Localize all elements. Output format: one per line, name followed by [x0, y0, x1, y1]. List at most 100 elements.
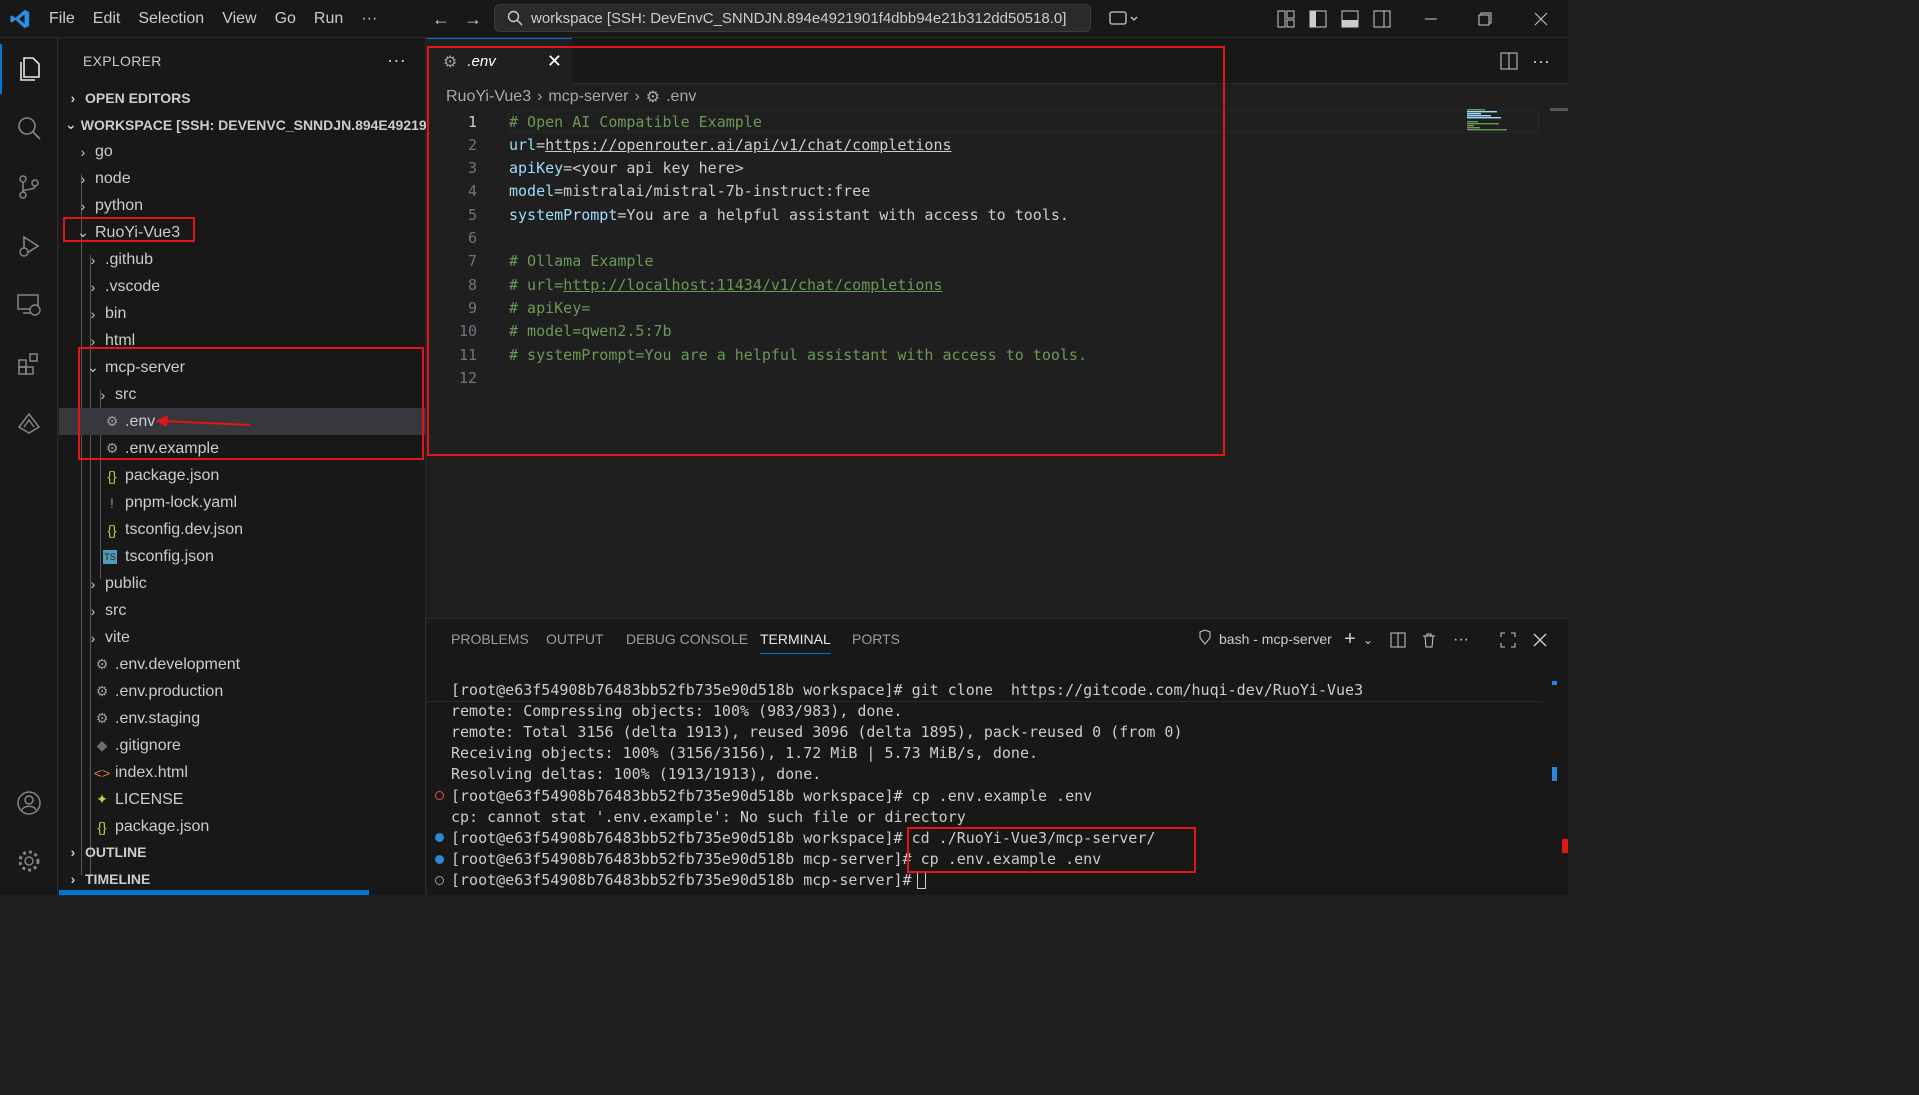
section-header[interactable]: › TIMELINE: [59, 865, 426, 892]
menu-item[interactable]: Selection: [129, 0, 213, 38]
command-error-icon[interactable]: [435, 791, 444, 800]
vscode-logo-icon: [0, 0, 40, 38]
tree-folder[interactable]: › node: [59, 165, 426, 192]
restore-window-icon[interactable]: [1474, 8, 1496, 30]
menu-item[interactable]: File: [40, 0, 84, 38]
kill-terminal-trash-icon[interactable]: [1418, 629, 1440, 651]
tree-file[interactable]: <> index.html: [59, 759, 426, 786]
manage-gear-icon[interactable]: [0, 836, 58, 886]
menu-item[interactable]: View: [213, 0, 265, 38]
menu-item[interactable]: Run: [305, 0, 352, 38]
tree-label: OUTLINE: [85, 843, 147, 860]
chevron-right-icon: ›: [70, 843, 76, 860]
gear-icon: ⚙: [95, 683, 109, 699]
copilot-chat-icon[interactable]: [1106, 8, 1142, 30]
chevron-right-icon: ›: [90, 278, 96, 295]
forward-arrow-icon[interactable]: →: [457, 9, 489, 30]
more-actions-icon[interactable]: ···: [1530, 50, 1552, 72]
customize-layout-icon[interactable]: [1275, 8, 1297, 30]
command-success-icon[interactable]: [435, 854, 444, 864]
command-center-search[interactable]: workspace [SSH: DevEnvC_SNNDJN.894e49219…: [494, 4, 1091, 32]
terminal-line: remote: Total 3156 (delta 1913), reused …: [451, 722, 1183, 741]
tree-label: .env.development: [115, 655, 241, 673]
tree-file[interactable]: ⚙ .env.development: [59, 651, 426, 678]
toggle-secondary-sidebar-icon[interactable]: [1371, 8, 1393, 30]
split-terminal-icon[interactable]: [1387, 629, 1409, 651]
tree-folder[interactable]: › src: [59, 597, 426, 624]
terminal-dropdown-chevron-icon[interactable]: ⌄: [1357, 629, 1379, 651]
tree-folder[interactable]: › bin: [59, 300, 426, 327]
chevron-right-icon: ›: [90, 251, 96, 268]
tree-label: public: [105, 574, 147, 592]
back-arrow-icon[interactable]: ←: [425, 9, 457, 30]
minimap[interactable]: [1465, 108, 1525, 138]
minimize-window-icon[interactable]: [1420, 8, 1442, 30]
gear-icon: ⚙: [95, 710, 109, 726]
tree-label: TIMELINE: [85, 870, 151, 887]
license-icon: ✦: [96, 791, 108, 807]
title-bar: File Edit Selection View Go Run ··· ← → worksp…: [0, 0, 1568, 38]
terminal-selector[interactable]: bash - mcp-server: [1197, 629, 1332, 648]
accounts-icon[interactable]: [0, 778, 58, 828]
search-icon[interactable]: [0, 103, 58, 153]
tree-file[interactable]: ⚙ .env.production: [59, 678, 426, 705]
section-header[interactable]: ⌄ WORKSPACE [SSH: DEVENVC_SNNDJN.894E4921…: [59, 111, 446, 138]
tree-folder[interactable]: › python: [59, 192, 426, 219]
split-editor-icon[interactable]: [1498, 50, 1520, 72]
editor-scrollbar[interactable]: [1550, 108, 1568, 111]
activity-bar: [0, 38, 58, 895]
close-panel-icon[interactable]: [1529, 629, 1551, 651]
close-window-icon[interactable]: [1530, 8, 1552, 30]
annotation-box-terminal-commands: [907, 827, 1196, 873]
tree-label: .env.production: [115, 682, 224, 700]
tree-label: .gitignore: [115, 736, 181, 754]
status-progress-strip: [59, 890, 369, 895]
tree-folder[interactable]: › public: [59, 570, 426, 597]
tree-file[interactable]: TS tsconfig.json: [59, 543, 426, 570]
chevron-down-icon: ⌄: [65, 116, 77, 132]
tree-file[interactable]: ✦ LICENSE: [59, 786, 426, 813]
menu-item[interactable]: Edit: [84, 0, 130, 38]
tree-label: node: [95, 169, 131, 187]
tree-file[interactable]: ◆ .gitignore: [59, 732, 426, 759]
section-header[interactable]: › OPEN EDITORS: [59, 84, 426, 111]
command-center-text: workspace [SSH: DevEnvC_SNNDJN.894e49219…: [531, 9, 1067, 27]
command-success-icon[interactable]: [435, 833, 444, 843]
gear-icon: ⚙: [95, 656, 109, 672]
toggle-panel-icon[interactable]: [1339, 8, 1361, 30]
panel-tab[interactable]: TERMINAL: [760, 631, 831, 654]
more-actions-icon[interactable]: ···: [1450, 629, 1472, 651]
toggle-primary-sidebar-icon[interactable]: [1307, 8, 1329, 30]
cloud-assistant-icon[interactable]: [0, 398, 58, 448]
terminal-scrollbar-marker: [1552, 681, 1557, 685]
tree-label: src: [105, 601, 127, 619]
panel-tab[interactable]: DEBUG CONSOLE: [626, 631, 748, 647]
run-debug-icon[interactable]: [0, 221, 58, 271]
tree-file[interactable]: ⚙ .env.staging: [59, 705, 426, 732]
section-header[interactable]: › OUTLINE: [59, 838, 426, 865]
terminal-line: remote: Compressing objects: 100% (983/9…: [451, 701, 903, 720]
menu-item[interactable]: Go: [266, 0, 305, 38]
tree-file[interactable]: {} tsconfig.dev.json: [59, 516, 426, 543]
source-control-icon[interactable]: [0, 162, 58, 212]
tree-label: .vscode: [105, 277, 161, 295]
tree-file[interactable]: {} package.json: [59, 462, 426, 489]
tree-label: go: [95, 142, 113, 160]
tree-file[interactable]: {} package.json: [59, 813, 426, 840]
panel-tab[interactable]: PORTS: [852, 631, 900, 647]
more-actions-icon[interactable]: ···: [387, 50, 406, 71]
menu-item[interactable]: ···: [352, 0, 386, 38]
tree-file[interactable]: ! pnpm-lock.yaml: [59, 489, 426, 516]
panel-tab[interactable]: PROBLEMS: [451, 631, 529, 647]
extensions-icon[interactable]: [0, 339, 58, 389]
tree-folder[interactable]: › .vscode: [59, 273, 426, 300]
tree-folder[interactable]: › .github: [59, 246, 426, 273]
tree-folder[interactable]: › vite: [59, 624, 426, 651]
command-pending-icon[interactable]: [435, 875, 444, 885]
panel-tab[interactable]: OUTPUT: [546, 631, 604, 647]
html-icon: <>: [93, 764, 111, 781]
tree-folder[interactable]: › go: [59, 138, 426, 165]
maximize-panel-icon[interactable]: [1497, 629, 1519, 651]
remote-explorer-icon[interactable]: [0, 280, 58, 330]
explorer-icon[interactable]: [0, 44, 58, 94]
